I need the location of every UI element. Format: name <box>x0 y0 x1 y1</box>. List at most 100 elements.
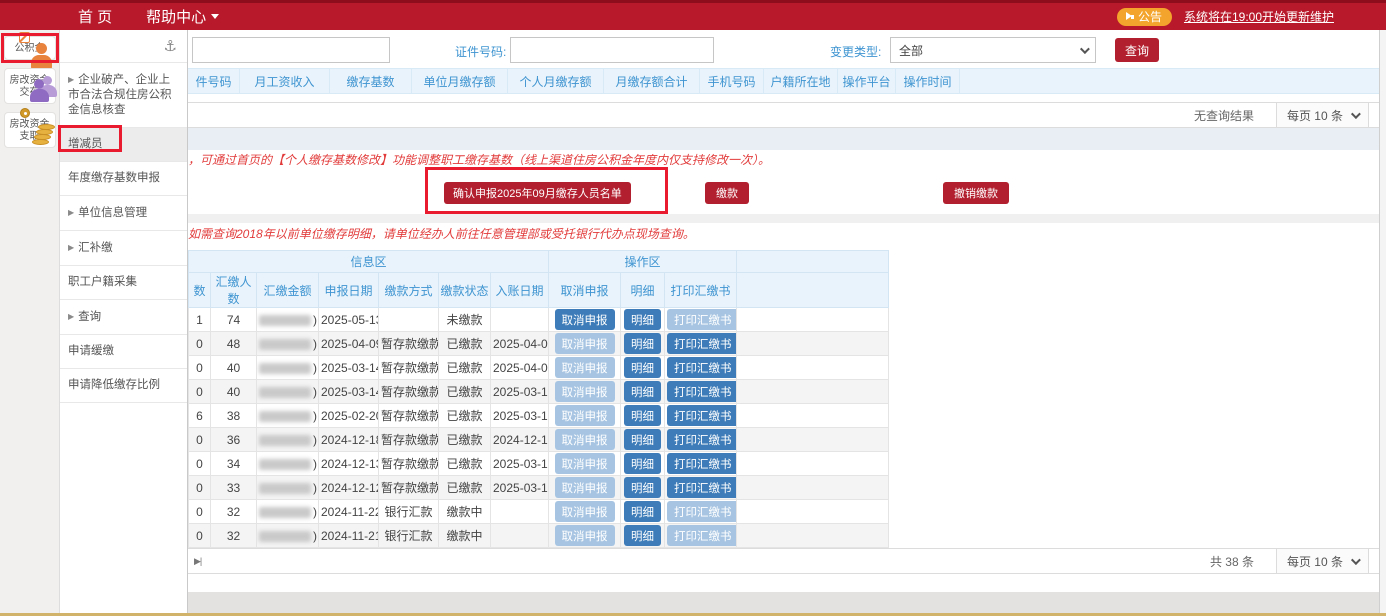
vertical-scrollbar[interactable] <box>1379 30 1386 613</box>
print-remit-book-button[interactable]: 打印汇缴书 <box>667 357 737 378</box>
menu-item-apply-lower-ratio[interactable]: 申请降低缴存比例 <box>60 369 187 403</box>
menu-item-apply-deferral[interactable]: 申请缓缴 <box>60 335 187 369</box>
print-remit-book-button[interactable]: 打印汇缴书 <box>667 429 737 450</box>
redacted-amount <box>259 363 311 374</box>
remit-table-row: 040)2025-03-14暂存款缴款已缴款2025-03-14取消申报明细打印… <box>189 380 889 404</box>
nav-home[interactable]: 首 页 <box>78 6 112 27</box>
scroll-end-icon[interactable]: ▶| <box>194 556 201 567</box>
print-remit-book-button: 打印汇缴书 <box>667 309 737 330</box>
secondary-menu: ⚓ ▶企业破产、企业上市合法合规住房公积金信息核查增减员年度缴存基数申报▶单位信… <box>60 30 188 613</box>
cell-cancel-declare: 取消申报 <box>549 404 621 428</box>
cancel-declare-button: 取消申报 <box>555 405 615 426</box>
empty-result-text: 无查询结果 <box>1194 107 1254 124</box>
menu-item-employee-census[interactable]: 职工户籍采集 <box>60 266 187 300</box>
cell-pay-method <box>379 308 439 332</box>
expand-arrow-icon: ▶ <box>68 75 74 84</box>
cell-print: 打印汇缴书 <box>665 428 737 452</box>
announcement-badge: 公告 <box>1117 8 1172 26</box>
remit-table: 信息区操作区数汇缴人数汇缴金额申报日期缴款方式缴款状态入账日期取消申报明细打印汇… <box>188 250 889 548</box>
nav-help-center[interactable]: 帮助中心 <box>146 6 219 27</box>
cell-pay-method: 暂存款缴款 <box>379 332 439 356</box>
chevron-down-icon <box>1351 109 1361 119</box>
detail-button[interactable]: 明细 <box>624 501 661 522</box>
print-remit-book-button[interactable]: 打印汇缴书 <box>667 381 737 402</box>
search-form: 证件号码: 变更类型: 全部 查询 <box>188 30 1379 68</box>
pay-button[interactable]: 缴款 <box>705 182 749 204</box>
detail-button[interactable]: 明细 <box>624 525 661 546</box>
menu-item-unit-info-manage[interactable]: ▶单位信息管理 <box>60 196 187 231</box>
detail-button[interactable]: 明细 <box>624 381 661 402</box>
personnel-column-header: 单位月缴存额 <box>412 69 508 93</box>
menu-item-label: 汇补缴 <box>78 242 113 254</box>
id-number-input[interactable] <box>510 37 714 63</box>
cancel-declare-button[interactable]: 取消申报 <box>555 309 615 330</box>
remit-column-header: 缴款状态 <box>439 273 491 308</box>
cell-pay-method: 银行汇款 <box>379 500 439 524</box>
cell-count: 6 <box>189 404 211 428</box>
print-remit-book-button[interactable]: 打印汇缴书 <box>667 333 737 354</box>
anchor-icon[interactable]: ⚓ <box>164 37 177 55</box>
group-header-row: 信息区操作区 <box>189 251 889 273</box>
remit-column-header: 明细 <box>621 273 665 308</box>
personnel-column-header: 缴存基数 <box>330 69 412 93</box>
cell-entry-date <box>491 524 549 548</box>
cancel-pay-button[interactable]: 撤销缴款 <box>943 182 1009 204</box>
personnel-column-header: 月缴存额合计 <box>604 69 700 93</box>
nav-home-label: 首 页 <box>78 6 112 27</box>
cell-people-count: 74 <box>211 308 257 332</box>
menu-item-query[interactable]: ▶查询 <box>60 300 187 335</box>
print-remit-book-button[interactable]: 打印汇缴书 <box>667 405 737 426</box>
detail-button[interactable]: 明细 <box>624 309 661 330</box>
sidebar-item-fanggai-zhiqu[interactable]: 房改资金支取 <box>4 112 56 148</box>
menu-item-info-check[interactable]: ▶企业破产、企业上市合法合规住房公积金信息核查 <box>60 62 187 128</box>
cell-people-count: 32 <box>211 524 257 548</box>
page-size-select[interactable]: 每页 10 条 <box>1276 103 1369 127</box>
top-nav: 首 页 帮助中心 <box>0 6 219 27</box>
detail-button[interactable]: 明细 <box>624 477 661 498</box>
menu-item-annual-base-declare[interactable]: 年度缴存基数申报 <box>60 162 187 196</box>
cell-declare-date: 2025-03-14 <box>319 380 379 404</box>
cell-print: 打印汇缴书 <box>665 308 737 332</box>
query-button[interactable]: 查询 <box>1115 38 1159 62</box>
cell-print: 打印汇缴书 <box>665 524 737 548</box>
change-type-select[interactable]: 全部 <box>890 37 1096 63</box>
divider-strip <box>188 214 1379 223</box>
cell-count: 0 <box>189 356 211 380</box>
cell-declare-date: 2024-11-21 <box>319 524 379 548</box>
cell-print: 打印汇缴书 <box>665 476 737 500</box>
name-input[interactable] <box>192 37 390 63</box>
maintenance-notice-link[interactable]: 系统将在19:00开始更新维护 <box>1184 8 1334 25</box>
print-remit-book-button: 打印汇缴书 <box>667 501 737 522</box>
print-remit-book-button[interactable]: 打印汇缴书 <box>667 453 737 474</box>
detail-button[interactable]: 明细 <box>624 453 661 474</box>
cell-people-count: 40 <box>211 356 257 380</box>
cell-cancel-declare: 取消申报 <box>549 524 621 548</box>
menu-item-add-remove-employee[interactable]: 增减员 <box>60 128 187 162</box>
cell-detail: 明细 <box>621 404 665 428</box>
cell-declare-date: 2024-12-13 <box>319 452 379 476</box>
detail-button[interactable]: 明细 <box>624 405 661 426</box>
remit-table-row: 048)2025-04-09暂存款缴款已缴款2025-04-09取消申报明细打印… <box>189 332 889 356</box>
cell-count: 0 <box>189 332 211 356</box>
cell-print: 打印汇缴书 <box>665 332 737 356</box>
confirm-declare-button[interactable]: 确认申报2025年09月缴存人员名单 <box>444 182 631 204</box>
menu-item-remit-supplement[interactable]: ▶汇补缴 <box>60 231 187 266</box>
redacted-amount <box>259 507 311 518</box>
cell-amount: ) <box>257 404 319 428</box>
cell-people-count: 36 <box>211 428 257 452</box>
sidebar-item-fanggai-jiaocun[interactable]: 房改资金交存 <box>4 68 56 104</box>
cell-print: 打印汇缴书 <box>665 356 737 380</box>
page-size-select[interactable]: 每页 10 条 <box>1276 549 1369 573</box>
print-remit-book-button[interactable]: 打印汇缴书 <box>667 477 737 498</box>
detail-button[interactable]: 明细 <box>624 429 661 450</box>
cell-pay-status: 未缴款 <box>439 308 491 332</box>
cell-cancel-declare: 取消申报 <box>549 356 621 380</box>
redacted-amount <box>259 387 311 398</box>
id-number-label: 证件号码: <box>455 43 506 60</box>
cell-people-count: 38 <box>211 404 257 428</box>
detail-button[interactable]: 明细 <box>624 333 661 354</box>
remit-column-header: 申报日期 <box>319 273 379 308</box>
sidebar-item-gongjijin[interactable]: 公积金 <box>4 36 56 60</box>
detail-button[interactable]: 明细 <box>624 357 661 378</box>
group-header-filler <box>737 251 889 273</box>
